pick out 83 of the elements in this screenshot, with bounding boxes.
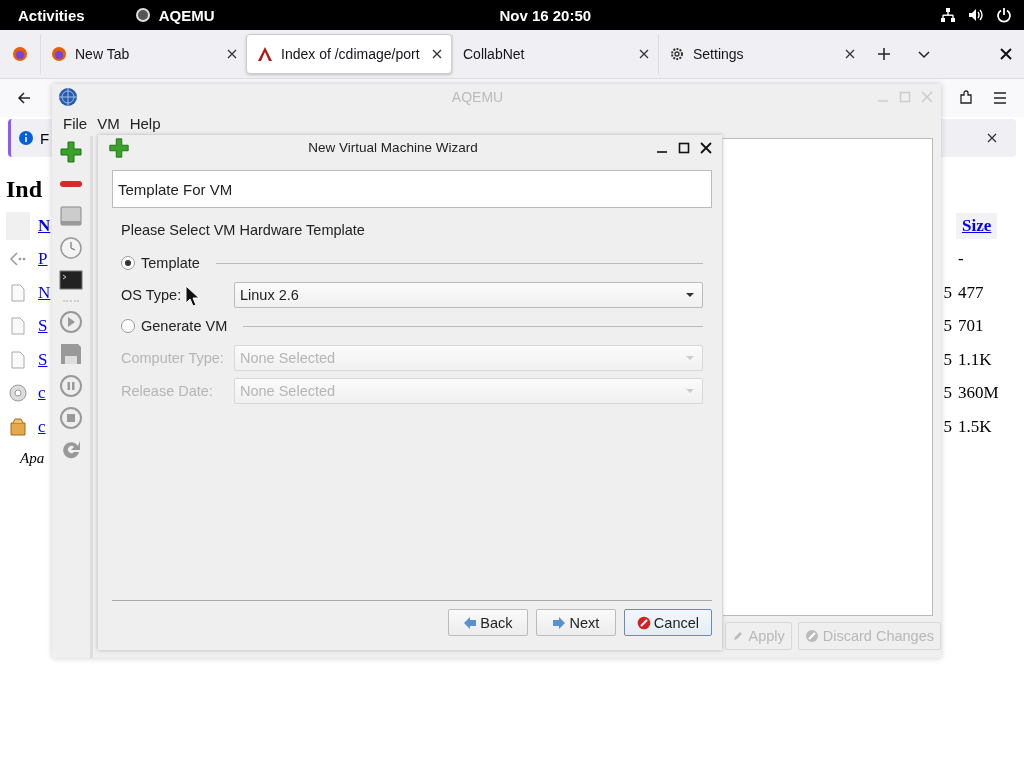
menu-item[interactable]: VM (92, 114, 125, 132)
disc-icon (8, 383, 28, 404)
left-arrow-icon (463, 615, 478, 630)
dialog-title: New Virtual Machine Wizard (307, 140, 479, 155)
plus-icon[interactable] (59, 140, 83, 164)
volume-icon[interactable] (968, 7, 984, 23)
package-icon (8, 416, 28, 437)
document-icon (8, 316, 28, 337)
terminal-icon[interactable] (59, 268, 83, 292)
clock-icon[interactable] (59, 236, 83, 260)
document-icon (8, 349, 28, 370)
notification-text: F (40, 129, 50, 147)
puzzle-icon[interactable] (958, 90, 974, 106)
field-label: Release Date: (121, 382, 213, 399)
radio-label[interactable]: Generate VM (141, 318, 228, 334)
close-icon[interactable] (986, 132, 998, 144)
page-title: Template For VM (112, 170, 712, 208)
menu-item[interactable]: File (58, 114, 93, 132)
close-icon[interactable] (700, 141, 712, 154)
arch-icon (257, 46, 273, 62)
browser-icon[interactable] (12, 46, 28, 62)
power-icon[interactable] (996, 7, 1012, 23)
settings-icon (669, 46, 685, 62)
table-cell: 5 (942, 383, 952, 404)
document-icon (8, 282, 28, 303)
mouse-cursor-icon (185, 285, 199, 307)
file-link[interactable]: P (38, 249, 48, 270)
close-icon[interactable] (998, 46, 1014, 62)
close-icon[interactable] (844, 48, 856, 60)
no-entry-icon (636, 615, 651, 630)
dropdown[interactable]: Linux 2.6 (234, 281, 703, 308)
file-link[interactable]: N (38, 282, 51, 303)
back-button[interactable]: Back (447, 609, 528, 636)
table-cell: 701 (958, 316, 984, 337)
caret-icon (686, 353, 694, 362)
table-cell: 1.1K (958, 349, 992, 370)
close-icon[interactable] (226, 48, 238, 60)
cancel-button[interactable]: Cancel (623, 609, 712, 636)
caret-icon (686, 290, 694, 299)
radio-button[interactable] (121, 256, 135, 270)
browser-icon (51, 46, 67, 62)
file-link[interactable]: c (38, 383, 46, 404)
network-icon[interactable] (940, 7, 956, 23)
menu-item[interactable]: Help (124, 114, 166, 132)
field-label: OS Type: (121, 286, 182, 303)
table-cell: 5 (942, 349, 952, 370)
plus-icon (108, 136, 130, 159)
table-cell: 5 (942, 316, 952, 337)
table-cell: 360M (958, 383, 999, 404)
table-cell: - (958, 249, 964, 270)
table-cell: 477 (958, 282, 984, 303)
table-cell: 1.5K (958, 416, 992, 437)
maximize-icon[interactable] (678, 141, 690, 154)
file-link[interactable]: S (38, 349, 48, 370)
pencil-icon (732, 630, 745, 642)
browser-tab[interactable]: Index of /cdimage/port (246, 34, 452, 74)
activities-button[interactable]: Activities (18, 6, 85, 24)
back-arrow-icon[interactable] (16, 90, 32, 106)
right-arrow-icon (552, 615, 567, 630)
info-icon (18, 130, 34, 146)
file-link[interactable]: c (38, 416, 46, 437)
no-entry-icon (804, 629, 819, 643)
menu-icon[interactable] (992, 90, 1008, 106)
close-icon[interactable] (638, 48, 650, 60)
page-footer: Apa (20, 449, 45, 467)
browser-tab[interactable]: CollabNet (452, 34, 658, 74)
field-label: Computer Type: (121, 349, 224, 366)
clock[interactable]: Nov 16 20:50 (499, 6, 592, 24)
column-header[interactable]: Size (956, 212, 998, 239)
table-cell: 5 (942, 282, 952, 303)
close-icon[interactable] (431, 48, 443, 60)
radio-button[interactable] (121, 319, 135, 333)
page-heading: Ind (6, 175, 43, 204)
radio-label[interactable]: Template (141, 255, 200, 271)
file-link[interactable]: N (38, 215, 51, 236)
prompt-text: Please Select VM Hardware Template (121, 222, 366, 240)
file-link[interactable]: S (38, 316, 48, 337)
next-button[interactable]: Next (535, 609, 616, 636)
caret-icon (686, 386, 694, 395)
app-menu[interactable]: AQEMU (134, 6, 215, 24)
table-cell: 5 (942, 416, 952, 437)
new-tab-icon[interactable] (876, 46, 892, 62)
browser-tab[interactable]: Settings (658, 34, 864, 74)
